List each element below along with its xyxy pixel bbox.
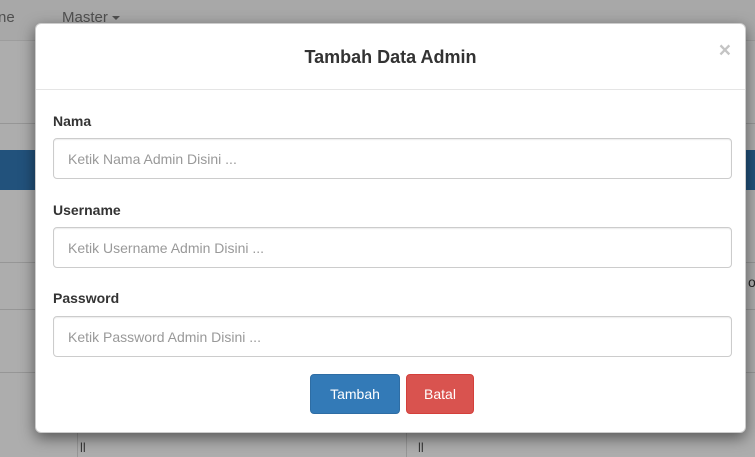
batal-button[interactable]: Batal [406,374,474,414]
modal-header: Tambah Data Admin × [36,24,745,90]
username-input[interactable] [53,227,732,268]
modal-title: Tambah Data Admin [304,47,477,67]
add-admin-modal: Tambah Data Admin × Nama Username Passwo… [35,23,746,433]
nama-label: Nama [53,113,92,129]
nama-input[interactable] [53,138,732,179]
close-icon[interactable]: × [719,40,731,61]
tambah-button[interactable]: Tambah [310,374,400,414]
username-label: Username [53,202,121,218]
password-label: Password [53,290,120,306]
password-input[interactable] [53,316,732,357]
